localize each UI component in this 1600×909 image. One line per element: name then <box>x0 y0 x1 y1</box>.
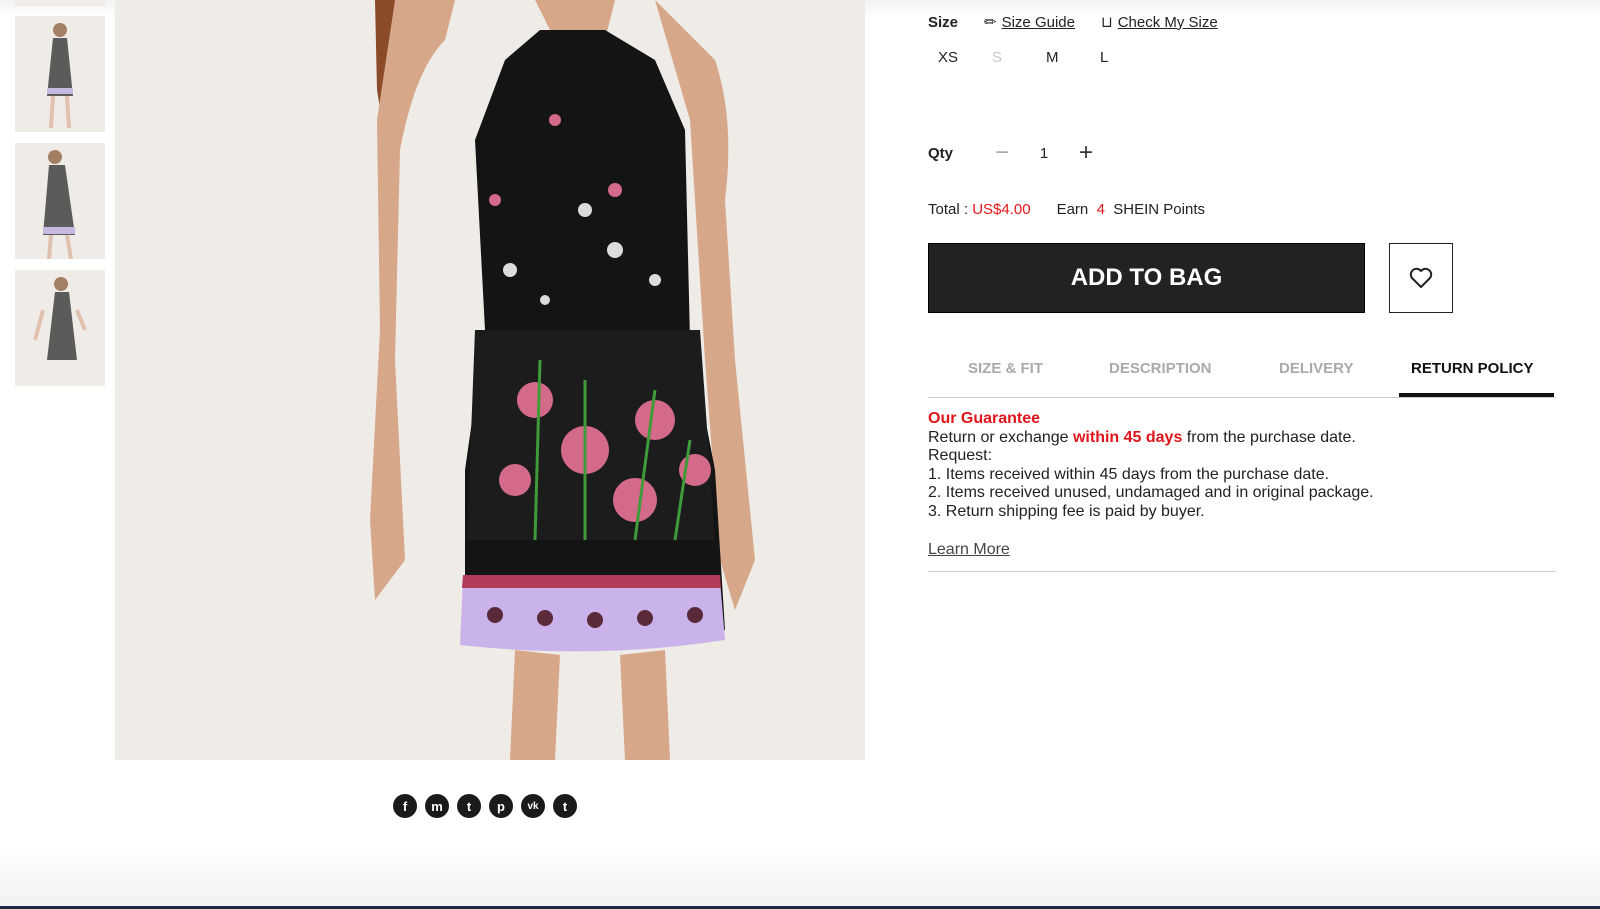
thumbnail-image[interactable] <box>15 143 105 259</box>
policy-text: Return or exchange <box>928 428 1073 446</box>
policy-line: Return or exchange within 45 days from t… <box>928 429 1374 448</box>
return-policy-content: Our Guarantee Return or exchange within … <box>928 410 1374 522</box>
total-label: Total : <box>928 201 969 218</box>
policy-item: 2. Items received unused, undamaged and … <box>928 484 1374 502</box>
size-option-l[interactable]: L <box>1090 49 1144 66</box>
size-guide-link[interactable]: Size Guide <box>1002 14 1075 31</box>
qty-increase-button[interactable]: + <box>1071 139 1101 167</box>
check-my-size-link[interactable]: Check My Size <box>1118 14 1218 31</box>
thumbnail-image[interactable] <box>15 16 105 132</box>
tab-size-fit[interactable]: SIZE & FIT <box>968 360 1043 377</box>
heart-outline-icon <box>1409 267 1433 288</box>
learn-more-link[interactable]: Learn More <box>928 541 1010 559</box>
quantity-stepper: Qty − 1 + <box>928 139 1101 167</box>
total-price: US$4.00 <box>972 201 1031 218</box>
policy-highlight: within 45 days <box>1072 428 1183 446</box>
facebook-icon[interactable]: f <box>393 794 417 818</box>
add-to-bag-button[interactable]: ADD TO BAG <box>928 243 1365 313</box>
qty-value[interactable]: 1 <box>1017 145 1071 162</box>
qty-label: Qty <box>928 144 954 162</box>
active-tab-indicator <box>1399 393 1554 397</box>
qty-decrease-button[interactable]: − <box>987 139 1017 167</box>
policy-item: 1. Items received within 45 days from th… <box>928 465 1330 483</box>
policy-text: from the purchase date. <box>1182 428 1356 446</box>
size-label: Size <box>928 13 959 31</box>
tab-return-policy[interactable]: RETURN POLICY <box>1411 360 1534 377</box>
twitter-icon[interactable]: t <box>457 794 481 818</box>
share-icons: f m t p vk t <box>393 794 577 818</box>
total-line: Total : US$4.00 Earn 4 SHEIN Points <box>928 201 1205 218</box>
size-option-m[interactable]: M <box>1036 49 1090 66</box>
tshirt-icon: ⊔ <box>1100 14 1113 31</box>
messenger-icon[interactable]: m <box>425 794 449 818</box>
request-label: Request: <box>928 447 993 465</box>
bottom-fade <box>0 849 1600 909</box>
vk-icon[interactable]: vk <box>521 794 545 818</box>
product-main-image[interactable] <box>115 0 865 760</box>
check-my-size-group: ⊔ Check My Size <box>1100 13 1218 32</box>
guarantee-heading: Our Guarantee <box>928 410 1041 427</box>
thumbnail-image[interactable] <box>15 270 105 386</box>
points-suffix: SHEIN Points <box>1113 201 1205 218</box>
wishlist-button[interactable] <box>1389 243 1453 313</box>
size-header: Size ✏ Size Guide ⊔ Check My Size <box>928 13 1218 32</box>
size-options: XS S M L <box>928 49 1144 66</box>
tab-description[interactable]: DESCRIPTION <box>1109 360 1212 377</box>
ruler-icon: ✏ <box>984 14 997 31</box>
tab-delivery[interactable]: DELIVERY <box>1279 360 1353 377</box>
size-option-xs[interactable]: XS <box>928 49 982 66</box>
policy-item: 3. Return shipping fee is paid by buyer. <box>928 502 1205 520</box>
earn-prefix: Earn <box>1056 201 1089 218</box>
size-option-s: S <box>992 49 1003 66</box>
tumblr-icon[interactable]: t <box>553 794 577 818</box>
pinterest-icon[interactable]: p <box>489 794 513 818</box>
thumbnail-image[interactable] <box>15 0 105 6</box>
points-value: 4 <box>1096 201 1105 218</box>
divider <box>928 571 1556 572</box>
product-tabs: SIZE & FIT DESCRIPTION DELIVERY RETURN P… <box>928 350 1556 398</box>
